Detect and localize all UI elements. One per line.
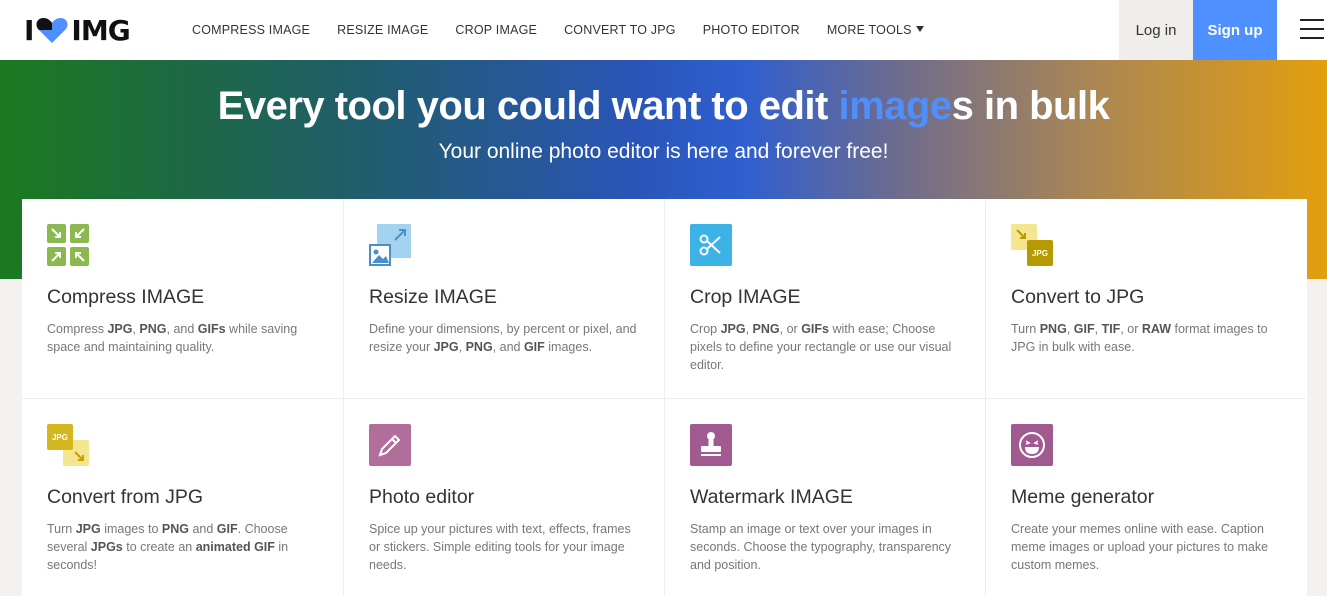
tool-description: Create your memes online with ease. Capt… — [1011, 522, 1269, 572]
tool-title: Photo editor — [369, 486, 475, 508]
nav-resize-image[interactable]: RESIZE IMAGE — [337, 23, 428, 37]
nav-convert-to-jpg[interactable]: CONVERT TO JPG — [564, 23, 676, 37]
laughing-face-icon — [1011, 424, 1053, 466]
tool-card-convert-from-jpg[interactable]: JPG Convert from JPG Turn JPG images to … — [22, 398, 343, 596]
pencil-icon — [369, 424, 411, 466]
logo[interactable]: I IMG — [24, 13, 131, 47]
tool-description: Crop JPG, PNG, or GIFs with ease; Choose… — [690, 322, 952, 372]
logo-text: IMG — [71, 13, 130, 47]
heart-icon — [36, 18, 68, 43]
hero-title-part2: s in bulk — [951, 84, 1110, 128]
tool-card-watermark[interactable]: Watermark IMAGE Stamp an image or text o… — [664, 398, 985, 596]
tool-card-photo-editor[interactable]: Photo editor Spice up your pictures with… — [343, 398, 664, 596]
compress-icon — [47, 224, 89, 266]
tool-description: Turn PNG, GIF, TIF, or RAW format images… — [1011, 322, 1268, 354]
logo-letter-i: I — [24, 13, 34, 47]
tool-card-convert-to-jpg[interactable]: JPG Convert to JPG Turn PNG, GIF, TIF, o… — [985, 199, 1306, 398]
svg-text:JPG: JPG — [1032, 249, 1048, 258]
tool-card-crop[interactable]: Crop IMAGE Crop JPG, PNG, or GIFs with e… — [664, 199, 985, 398]
caret-down-icon — [915, 26, 924, 32]
nav-photo-editor[interactable]: PHOTO EDITOR — [703, 23, 800, 37]
tool-title: Convert from JPG — [47, 486, 204, 508]
tool-title: Compress IMAGE — [47, 286, 205, 308]
nav-compress-image[interactable]: COMPRESS IMAGE — [192, 23, 310, 37]
tool-title: Convert to JPG — [1011, 286, 1145, 308]
scissors-icon — [690, 224, 732, 266]
tool-title: Watermark IMAGE — [690, 486, 853, 508]
tools-grid: Compress IMAGE Compress JPG, PNG, and GI… — [22, 199, 1307, 596]
tool-description: Compress JPG, PNG, and GIFs while saving… — [47, 322, 298, 354]
stamp-icon — [690, 424, 732, 466]
tool-title: Meme generator — [1011, 486, 1155, 508]
svg-text:JPG: JPG — [52, 433, 68, 442]
nav-more-tools[interactable]: MORE TOOLS — [827, 23, 924, 37]
resize-icon — [369, 224, 411, 266]
tool-card-meme[interactable]: Meme generator Create your memes online … — [985, 398, 1306, 596]
tool-description: Spice up your pictures with text, effect… — [369, 522, 631, 572]
tool-description: Define your dimensions, by percent or pi… — [369, 322, 637, 354]
tool-card-compress[interactable]: Compress IMAGE Compress JPG, PNG, and GI… — [22, 199, 343, 398]
hero-title-part1: Every tool you could want to edit — [217, 84, 839, 128]
top-header: I IMG COMPRESS IMAGE RESIZE IMAGE CROP I… — [0, 0, 1327, 60]
nav-more-tools-label: MORE TOOLS — [826, 23, 912, 37]
tool-card-resize[interactable]: Resize IMAGE Define your dimensions, by … — [343, 199, 664, 398]
tool-description: Turn JPG images to PNG and GIF. Choose s… — [47, 522, 289, 572]
hero-title-highlight: image — [838, 84, 952, 128]
hero-title: Every tool you could want to edit images… — [0, 84, 1327, 129]
signup-button[interactable]: Sign up — [1193, 0, 1277, 60]
tool-title: Crop IMAGE — [690, 286, 801, 308]
tool-title: Resize IMAGE — [369, 286, 497, 308]
login-button[interactable]: Log in — [1119, 0, 1193, 60]
hamburger-menu-icon[interactable] — [1300, 19, 1324, 41]
convert-from-jpg-icon: JPG — [47, 424, 89, 466]
nav-crop-image[interactable]: CROP IMAGE — [455, 23, 537, 37]
tool-description: Stamp an image or text over your images … — [690, 522, 952, 572]
convert-to-jpg-icon: JPG — [1011, 224, 1053, 266]
main-nav: COMPRESS IMAGE RESIZE IMAGE CROP IMAGE C… — [192, 0, 951, 60]
hero-subtitle: Your online photo editor is here and for… — [438, 140, 889, 163]
